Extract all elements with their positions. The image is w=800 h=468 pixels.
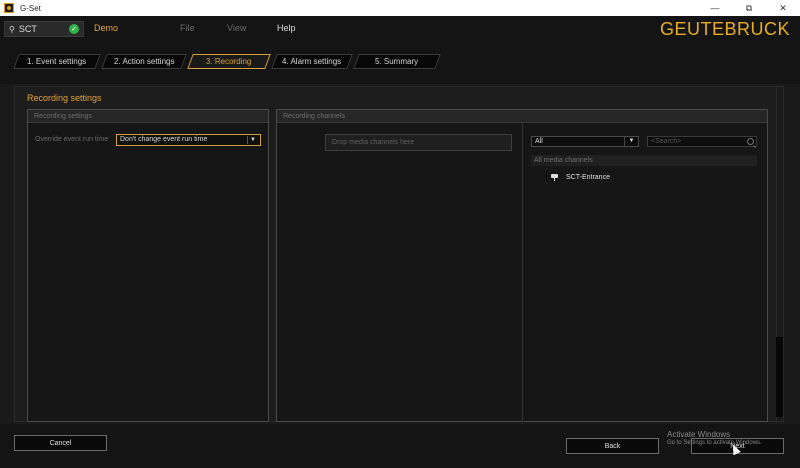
window-controls: — ⧉ ✕ xyxy=(698,0,800,16)
tab-alarm-settings[interactable]: 4. Alarm settings xyxy=(271,54,353,69)
brand-logo: GEUTEBRUCK xyxy=(659,19,790,39)
channel-filter-select[interactable]: All ▼ xyxy=(531,136,639,147)
project-name: SCT xyxy=(18,24,37,34)
tab-label: 4. Alarm settings xyxy=(282,57,342,66)
tab-event-settings[interactable]: 1. Event settings xyxy=(13,54,101,69)
scroll-thumb[interactable] xyxy=(776,337,783,417)
search-placeholder: <Search> xyxy=(651,138,682,145)
menu-view[interactable]: View xyxy=(227,23,246,33)
tab-label: 5. Summary xyxy=(375,57,419,66)
menu-bar: ⚲ SCT ✓ Demo File View Help GEUTEBRUCK xyxy=(0,16,800,42)
scrollbar[interactable] xyxy=(776,87,783,421)
list-item[interactable]: SCT-Entrance xyxy=(551,173,610,181)
main-panel: Recording settings Recording settings Ov… xyxy=(14,86,784,429)
mode-label: Demo xyxy=(94,23,119,33)
channel-search-input[interactable]: <Search> xyxy=(647,136,757,147)
tab-recording[interactable]: 3. Recording xyxy=(187,54,271,69)
channel-list-header: All media channels xyxy=(531,155,757,166)
close-button[interactable]: ✕ xyxy=(766,0,800,16)
group-header: Recording settings xyxy=(28,110,268,123)
cancel-button[interactable]: Cancel xyxy=(14,435,107,451)
camera-icon xyxy=(551,173,561,181)
tab-summary[interactable]: 5. Summary xyxy=(353,54,441,69)
tab-label: 1. Event settings xyxy=(27,57,87,66)
divider xyxy=(522,123,523,429)
app-icon xyxy=(4,3,14,13)
channel-name: SCT-Entrance xyxy=(566,173,610,181)
back-button[interactable]: Back xyxy=(566,438,659,454)
maximize-button[interactable]: ⧉ xyxy=(732,0,766,16)
search-icon[interactable] xyxy=(747,138,754,145)
tab-label: 3. Recording xyxy=(206,57,252,66)
menu-file[interactable]: File xyxy=(180,23,195,33)
override-label: Override event run time xyxy=(35,136,109,143)
network-icon: ⚲ xyxy=(9,24,15,34)
watermark-subtitle: Go to Settings to activate Windows. xyxy=(667,440,762,446)
window-title: G-Set xyxy=(20,3,41,13)
activate-windows-watermark: Activate Windows Go to Settings to activ… xyxy=(667,430,762,446)
wizard-tabs: 1. Event settings 2. Action settings 3. … xyxy=(0,42,800,84)
chevron-down-icon[interactable]: ▼ xyxy=(624,137,638,146)
override-run-time-select[interactable]: Don't change event run time ▼ xyxy=(116,134,261,146)
check-icon: ✓ xyxy=(69,24,79,34)
filter-value: All xyxy=(535,138,543,145)
select-value: Don't change event run time xyxy=(120,136,208,143)
menu-help[interactable]: Help xyxy=(277,23,296,33)
tab-action-settings[interactable]: 2. Action settings xyxy=(101,54,187,69)
title-bar: G-Set — ⧉ ✕ xyxy=(0,0,800,16)
watermark-title: Activate Windows xyxy=(667,430,731,439)
recording-settings-group: Recording settings Override event run ti… xyxy=(27,109,269,422)
group-header: Recording channels xyxy=(277,110,767,123)
tab-label: 2. Action settings xyxy=(113,57,175,66)
page-title: Recording settings xyxy=(27,93,102,103)
chevron-down-icon[interactable]: ▼ xyxy=(247,136,258,144)
channel-drop-zone[interactable]: Drop media channels here xyxy=(325,134,512,151)
minimize-button[interactable]: — xyxy=(698,0,732,16)
project-selector[interactable]: ⚲ SCT ✓ xyxy=(4,21,84,37)
recording-channels-group: Recording channels Drop media channels h… xyxy=(276,109,768,429)
